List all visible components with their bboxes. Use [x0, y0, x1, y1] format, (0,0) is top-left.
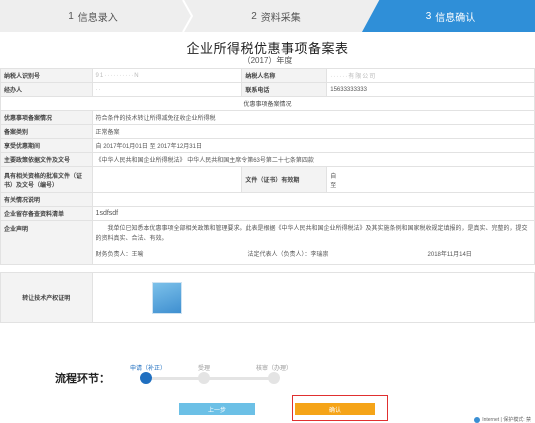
- preferential-value: 符合条件的技术转让所得减免征收企业所得税: [91, 110, 535, 125]
- globe-icon: [474, 416, 481, 423]
- phone-value: 15633333333: [326, 82, 535, 97]
- phone-label: 联系电话: [241, 82, 328, 97]
- year-subtitle: （2017）年度: [242, 56, 293, 65]
- table-row: 转让技术产权证明: [0, 272, 535, 323]
- preferential-label: 优惠事项备案情况: [0, 110, 93, 125]
- confirm-button[interactable]: 确认: [295, 403, 375, 415]
- step-2-number: 2: [251, 10, 257, 22]
- table-row: 具有相关资格的批准文件（证书）及文号（编号） 文件（证书）有效期 自 至: [0, 166, 535, 193]
- cert-from: 自: [330, 173, 337, 180]
- flow-step-review: 核审（办理）: [255, 366, 292, 372]
- table-row: 有关情况说明: [0, 192, 535, 207]
- declaration-text: 我单位已知悉本优惠事项全部相关政策和管理要求。此表是根据《中华人民共和国企业所得…: [95, 226, 528, 242]
- signature-line: 财务负责人：王喻 法定代表人（负责人）：李瑞崇 2018年11月14日: [96, 249, 531, 258]
- step-3-label: 信息确认: [435, 12, 476, 24]
- table-row: 纳税人识别号 91··········N 纳税人名称 ······有限公司: [0, 68, 535, 83]
- flow-label: 流程环节：: [55, 373, 110, 385]
- table-row: 享受优惠期间 自 2017年01月01日 至 2017年12月31日: [0, 138, 535, 153]
- declaration-cell: 我单位已知悉本优惠事项全部相关政策和管理要求。此表是根据《中华人民共和国企业所得…: [91, 220, 535, 265]
- attachment-thumbnail[interactable]: [151, 281, 182, 314]
- table-row: 经办人 ·· 联系电话 15633333333: [0, 82, 535, 97]
- table-row: 主要政策依据文件及文号 《中华人民共和国企业所得税法》 中华人民共和国主席令第6…: [0, 152, 535, 167]
- status-text: Internet | 保护模式: 禁: [482, 417, 531, 423]
- remarks-value: [91, 192, 535, 207]
- status-bar: Internet | 保护模式: 禁: [474, 416, 531, 423]
- taxpayer-id-value: 91··········N: [91, 68, 243, 83]
- record-type-value: 正常备案: [91, 124, 535, 139]
- cert-valid-value: 自 至: [326, 166, 535, 193]
- flow-dot-accept: [198, 372, 210, 384]
- taxpayer-name-value: ······有限公司: [326, 68, 535, 83]
- step-2: 2 资料采集: [186, 0, 366, 32]
- qualification-label: 具有相关资格的批准文件（证书）及文号（编号）: [0, 166, 93, 193]
- step-1: 1 信息录入: [0, 0, 186, 32]
- period-label: 享受优惠期间: [0, 138, 93, 153]
- table-row: [0, 264, 535, 273]
- cert-to: 至: [330, 182, 337, 189]
- flow-step-accept: 受理: [197, 366, 210, 372]
- attachment-label: 转让技术产权证明: [0, 272, 93, 323]
- table-row: 备案类别 正常备案: [0, 124, 535, 139]
- step-progress-bar: 1 信息录入 2 资料采集 3 信息确认: [0, 0, 535, 32]
- step-1-label: 信息录入: [77, 12, 118, 24]
- table-row: 企业声明 我单位已知悉本优惠事项全部相关政策和管理要求。此表是根据《中华人民共和…: [0, 220, 535, 265]
- flow-step-apply: 申请（补正）: [129, 366, 166, 372]
- table-row: 优惠事项备案情况: [0, 96, 535, 111]
- taxpayer-name-label: 纳税人名称: [241, 68, 328, 83]
- policy-value: 《中华人民共和国企业所得税法》 中华人民共和国主席令第63号第二十七条第四款: [91, 152, 535, 167]
- previous-step-button[interactable]: 上一步: [179, 403, 255, 415]
- table-row: 企业留存备查资料清单 1sdfsdf: [0, 206, 535, 221]
- attachment-cell: [91, 272, 535, 323]
- legal-representative: 法定代表人（负责人）：李瑞崇: [247, 252, 329, 258]
- cert-valid-label: 文件（证书）有效期: [241, 166, 328, 193]
- policy-label: 主要政策依据文件及文号: [0, 152, 93, 167]
- agent-label: 经办人: [0, 82, 93, 97]
- table-row: 优惠事项备案情况 符合条件的技术转让所得减免征收企业所得税: [0, 110, 535, 125]
- step-3-active: 3 信息确认: [362, 0, 535, 32]
- remarks-label: 有关情况说明: [0, 192, 93, 207]
- agent-value: ··: [91, 82, 243, 97]
- step-separator-icon: [182, 0, 194, 32]
- period-value: 自 2017年01月01日 至 2017年12月31日: [91, 138, 535, 153]
- step-1-number: 1: [68, 10, 74, 22]
- step-2-label: 资料采集: [260, 12, 301, 24]
- section-header: 优惠事项备案情况: [0, 96, 535, 111]
- qualification-value: [91, 166, 243, 193]
- record-type-label: 备案类别: [0, 124, 93, 139]
- declaration-label: 企业声明: [0, 220, 93, 265]
- materials-label: 企业留存备查资料清单: [0, 206, 93, 221]
- spacer: [0, 264, 535, 273]
- taxpayer-id-label: 纳税人识别号: [0, 68, 93, 83]
- flow-dot-review: [268, 372, 280, 384]
- record-form-table: 纳税人识别号 91··········N 纳税人名称 ······有限公司 经办…: [0, 68, 535, 323]
- finance-head: 财务负责人：王喻: [95, 252, 144, 258]
- sign-date: 2018年11月14日: [427, 252, 472, 258]
- flow-dot-apply: [140, 372, 152, 384]
- materials-value: 1sdfsdf: [91, 206, 535, 221]
- step-3-number: 3: [425, 10, 432, 22]
